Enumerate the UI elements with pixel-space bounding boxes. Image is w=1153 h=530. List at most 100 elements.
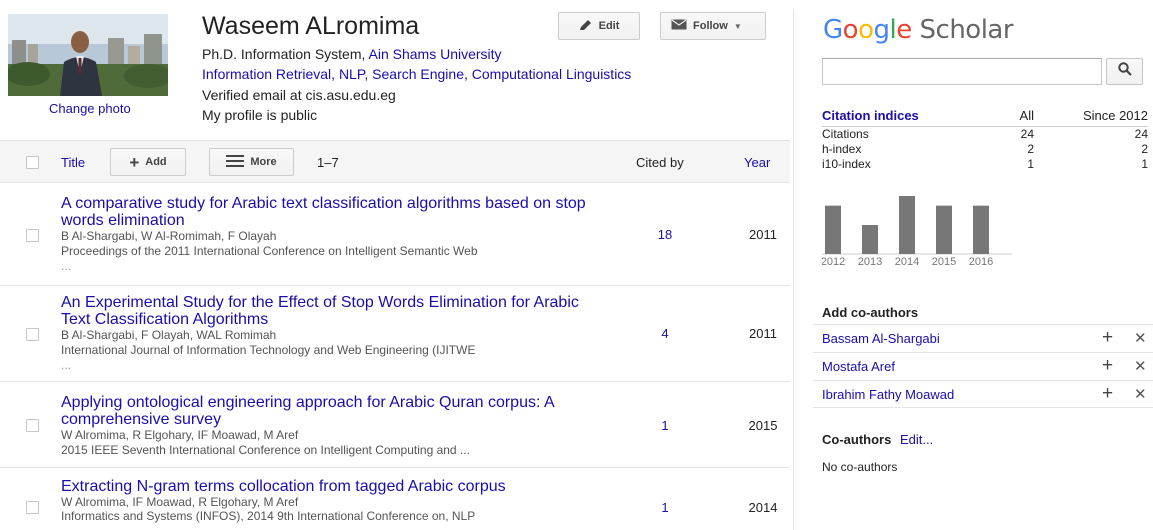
add-coauthor-icon[interactable]: + <box>1102 355 1113 377</box>
row-all: 24 <box>1020 127 1034 141</box>
add-articles-button[interactable]: + Add <box>110 148 186 176</box>
article-title-link[interactable]: Extracting N-gram terms collocation from… <box>61 478 601 495</box>
citation-row: Citations 24 24 <box>822 127 1148 142</box>
search-icon <box>1117 62 1132 81</box>
scholar-wordmark: Scholar <box>919 15 1014 45</box>
coauthor-name-link[interactable]: Bassam Al-Shargabi <box>822 331 940 346</box>
edit-coauthors-link[interactable]: Edit... <box>900 432 933 447</box>
google-wordmark: Google <box>823 15 912 45</box>
no-coauthors-text: No co-authors <box>822 460 898 474</box>
article-title-link[interactable]: A comparative study for Arabic text clas… <box>61 195 601 229</box>
histogram-bar-2015 <box>936 205 952 254</box>
edit-label: Edit <box>598 20 620 32</box>
select-all-checkbox[interactable] <box>26 156 39 169</box>
dismiss-coauthor-icon[interactable]: ✕ <box>1134 329 1147 347</box>
dismiss-coauthor-icon[interactable]: ✕ <box>1134 357 1147 375</box>
articles-table-header: Title + Add More 1–7 Cited by Year <box>0 140 790 183</box>
histogram-year-label: 2013 <box>858 256 882 268</box>
google-scholar-logo[interactable]: Google Scholar <box>823 15 1014 45</box>
add-coauthor-icon[interactable]: + <box>1102 383 1113 405</box>
histogram-bar-2013 <box>862 225 878 254</box>
results-range: 1–7 <box>317 155 339 170</box>
article-title-link[interactable]: Applying ontological engineering approac… <box>61 394 601 428</box>
row-since: 24 <box>1134 127 1148 141</box>
citations-histogram: 2012 2013 2014 2015 2016 <box>822 196 1012 268</box>
article-checkbox[interactable] <box>26 419 39 432</box>
article-authors: B Al-Shargabi, W Al-Romimah, F Olayah <box>61 229 277 243</box>
article-year: 2011 <box>749 227 777 242</box>
affiliation-link[interactable]: Ain Shams University <box>369 46 502 62</box>
pencil-icon <box>579 19 593 34</box>
article-row: Extracting N-gram terms collocation from… <box>0 468 790 530</box>
article-year: 2011 <box>749 326 777 341</box>
citation-row: i10-index 1 1 <box>822 157 1148 172</box>
citation-indices-link[interactable]: Citation indices <box>822 108 982 126</box>
article-venue-more: ... <box>61 358 72 372</box>
more-actions-button[interactable]: More <box>209 148 294 176</box>
row-all: 1 <box>1027 157 1034 171</box>
row-since: 1 <box>1141 157 1148 171</box>
article-venue-more: ... <box>61 259 72 273</box>
dismiss-coauthor-icon[interactable]: ✕ <box>1134 385 1147 403</box>
verified-email: Verified email at cis.asu.edu.eg <box>202 87 396 103</box>
citation-row: h-index 2 2 <box>822 142 1148 157</box>
caret-down-icon: ▼ <box>733 21 742 31</box>
profile-visibility: My profile is public <box>202 107 318 123</box>
article-venue: Informatics and Systems (INFOS), 2014 9t… <box>61 509 476 523</box>
article-venue: Proceedings of the 2011 International Co… <box>61 244 478 258</box>
article-venue: International Journal of Information Tec… <box>61 343 476 357</box>
add-label: Add <box>145 156 167 168</box>
affiliation: Ph.D. Information System, Ain Shams Univ… <box>202 45 502 63</box>
histogram-bar-2014 <box>899 196 915 254</box>
follow-button[interactable]: Follow ▼ <box>660 12 766 40</box>
histogram-bar-2016 <box>973 205 989 254</box>
histogram-year-label: 2014 <box>895 256 919 268</box>
article-checkbox[interactable] <box>26 328 39 341</box>
histogram-year-label: 2016 <box>969 256 993 268</box>
row-since: 2 <box>1141 142 1148 156</box>
follow-label: Follow <box>693 20 728 32</box>
article-title-link[interactable]: An Experimental Study for the Effect of … <box>61 294 601 328</box>
coauthors-title: Co-authors <box>822 432 892 447</box>
affiliation-text: Ph.D. Information System, <box>202 46 369 62</box>
coauthor-name-link[interactable]: Ibrahim Fathy Moawad <box>822 387 954 402</box>
article-checkbox[interactable] <box>26 229 39 242</box>
coauthor-name-link[interactable]: Mostafa Aref <box>822 359 895 374</box>
cited-by-count-link[interactable]: 4 <box>640 326 690 341</box>
add-coauthor-icon[interactable]: + <box>1102 327 1113 349</box>
cited-by-header[interactable]: Cited by <box>636 155 684 170</box>
col-since: Since 2012 <box>1082 108 1148 123</box>
citation-indices-table: Citation indices All Since 2012 Citation… <box>822 108 1148 172</box>
menu-icon <box>226 154 245 170</box>
change-photo-link[interactable]: Change photo <box>49 101 131 116</box>
edit-profile-button[interactable]: Edit <box>558 12 640 40</box>
cited-by-count-link[interactable]: 1 <box>640 418 690 433</box>
article-row: An Experimental Study for the Effect of … <box>0 286 790 382</box>
article-row: A comparative study for Arabic text clas… <box>0 183 790 286</box>
article-authors: W Alromima, IF Moawad, R Elgohary, M Are… <box>61 495 299 509</box>
citation-table-header: Citation indices All Since 2012 <box>822 108 1148 127</box>
cited-by-count-link[interactable]: 18 <box>640 227 690 242</box>
suggested-coauthor-row: Mostafa Aref + ✕ <box>813 352 1153 380</box>
row-label: Citations <box>822 127 869 141</box>
row-label: h-index <box>822 142 862 156</box>
envelope-icon <box>671 19 687 33</box>
cited-by-count-link[interactable]: 1 <box>640 500 690 515</box>
histogram-bar-2012 <box>825 205 841 254</box>
article-row: Applying ontological engineering approac… <box>0 382 790 468</box>
sort-by-title-link[interactable]: Title <box>61 155 85 170</box>
sort-by-year-link[interactable]: Year <box>744 155 770 170</box>
article-checkbox[interactable] <box>26 501 39 514</box>
search-button[interactable] <box>1106 58 1143 85</box>
profile-photo[interactable] <box>8 14 168 96</box>
add-coauthors-title: Add co-authors <box>822 305 919 320</box>
plus-icon: + <box>129 152 140 172</box>
column-divider <box>793 10 794 530</box>
research-interests[interactable]: Information Retrieval, NLP, Search Engin… <box>202 65 631 83</box>
col-all: All <box>1019 108 1034 123</box>
row-all: 2 <box>1027 142 1034 156</box>
scholar-search-input[interactable] <box>822 58 1102 85</box>
article-authors: B Al-Shargabi, F Olayah, WAL Romimah <box>61 328 277 342</box>
histogram-year-label: 2015 <box>932 256 956 268</box>
profile-name: Waseem ALromima <box>202 12 420 40</box>
